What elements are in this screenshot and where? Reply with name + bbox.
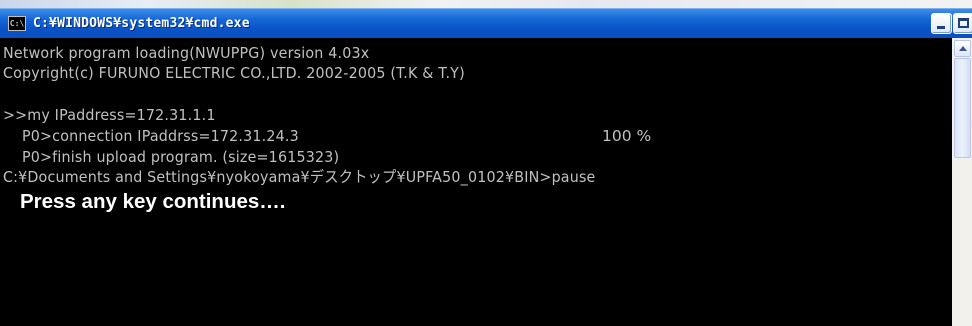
- minimize-icon: [937, 26, 945, 29]
- console-output[interactable]: Network program loading(NWUPPG) version …: [0, 38, 952, 326]
- maximize-icon: [958, 18, 969, 28]
- vertical-scrollbar[interactable]: [952, 38, 972, 326]
- title-bar[interactable]: C:\ C:¥WINDOWS¥system32¥cmd.exe ×: [0, 8, 972, 38]
- minimize-button[interactable]: [931, 13, 952, 34]
- maximize-button[interactable]: [953, 13, 972, 34]
- scroll-thumb[interactable]: [954, 58, 971, 158]
- console-line-prompt: C:¥Documents and Settings¥nyokoyama¥デスクト…: [3, 168, 596, 186]
- window-title: C:¥WINDOWS¥system32¥cmd.exe: [33, 16, 250, 31]
- cmd-window: C:\ C:¥WINDOWS¥system32¥cmd.exe × Networ…: [0, 8, 972, 326]
- arrow-up-icon: [959, 46, 967, 51]
- upload-progress-text: 100 %: [602, 127, 652, 145]
- desktop-background: [0, 0, 972, 8]
- console-app-icon[interactable]: C:\: [8, 16, 26, 31]
- console-line-finish-upload: P0>finish upload program. (size=1615323): [22, 148, 340, 166]
- console-line-connection: P0>connection IPaddrss=172.31.24.3: [22, 127, 299, 145]
- press-any-key-caption: Press any key continues….: [20, 190, 286, 213]
- console-line-version: Network program loading(NWUPPG) version …: [3, 44, 370, 62]
- console-line-ip-address: >>my IPaddress=172.31.1.1: [3, 106, 216, 124]
- scroll-up-button[interactable]: [954, 40, 971, 57]
- console-line-copyright: Copyright(c) FURUNO ELECTRIC CO.,LTD. 20…: [3, 64, 465, 82]
